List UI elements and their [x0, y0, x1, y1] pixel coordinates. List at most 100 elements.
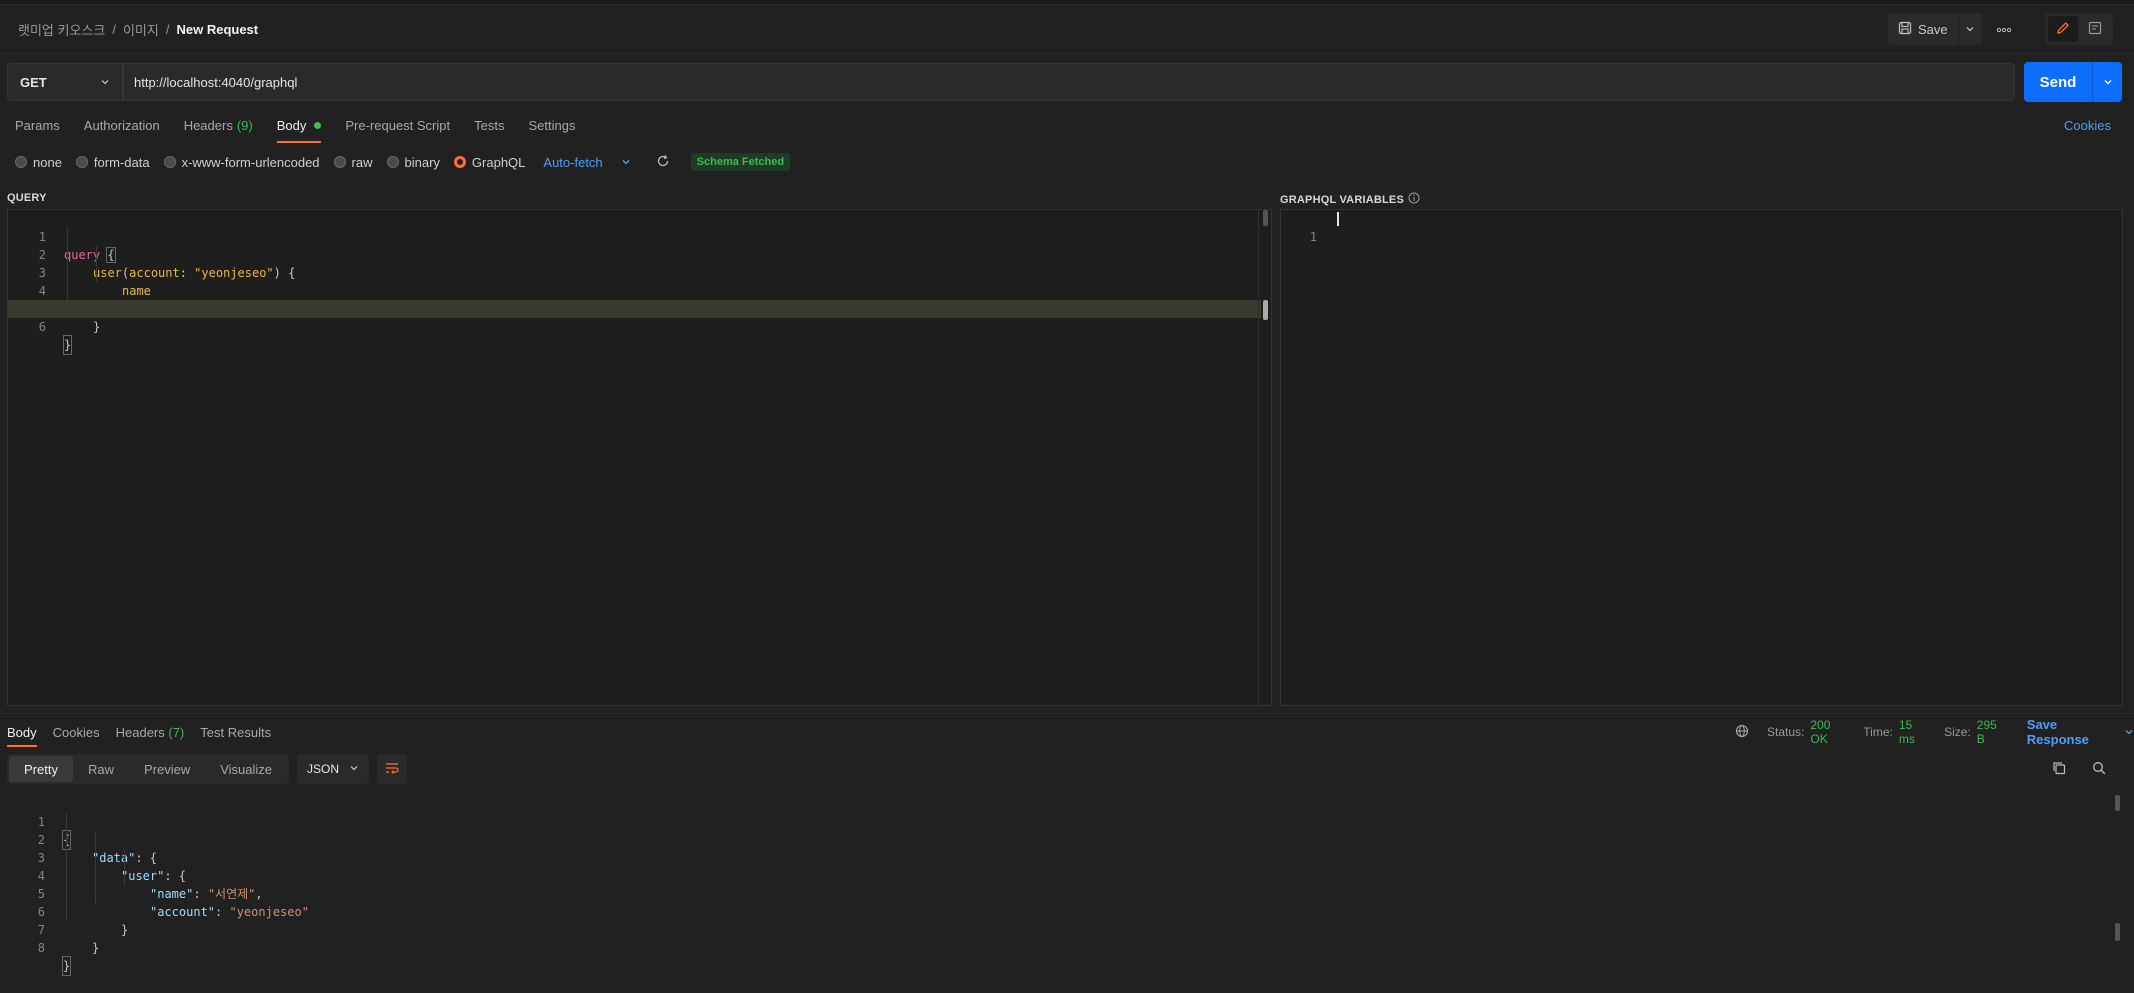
chevron-down-icon [2103, 74, 2113, 91]
chevron-down-icon [2124, 725, 2134, 740]
cookies-link[interactable]: Cookies [2064, 118, 2111, 133]
format-raw-button[interactable]: Raw [73, 756, 129, 782]
format-visualize-button[interactable]: Visualize [205, 756, 287, 782]
body-type-options: none form-data x-www-form-urlencoded raw… [15, 152, 791, 172]
code-line: 6 } [7, 885, 2125, 937]
comments-button[interactable] [2080, 16, 2110, 42]
radio-binary[interactable]: binary [386, 155, 440, 170]
save-options-button[interactable] [1957, 13, 1982, 45]
chevron-down-icon [100, 75, 110, 90]
headers-count: (9) [236, 117, 253, 133]
variables-panel-title: GRAPHQL VARIABLES [1280, 192, 1420, 207]
tab-label: Headers [115, 724, 165, 740]
headers-count: (7) [168, 724, 185, 740]
autofetch-label: Auto-fetch [543, 154, 603, 170]
tab-label: Authorization [83, 117, 160, 133]
response-tab-body[interactable]: Body [7, 725, 37, 747]
copy-response-button[interactable] [2049, 759, 2069, 779]
breadcrumb-item-collection[interactable]: 랫미업 키오스크 [18, 20, 105, 39]
code-line: 1 [1281, 210, 2122, 244]
save-response-button[interactable]: Save Response [2027, 717, 2134, 747]
radio-graphql[interactable]: GraphQL [453, 155, 525, 170]
request-tabs: Params Authorization Headers (9) Body Pre… [15, 114, 575, 143]
response-body[interactable]: 1 { 2 "data": { 3 "user": { 4 "name": "서… [7, 795, 2125, 976]
size-label: Size: [1944, 725, 1971, 739]
time-value[interactable]: 15 ms [1899, 718, 1930, 746]
breadcrumb: 랫미업 키오스크 / 이미지 / New Request [18, 19, 258, 39]
save-button[interactable]: Save [1888, 13, 1958, 45]
autofetch-dropdown[interactable]: Auto-fetch [543, 155, 630, 170]
radio-form-data[interactable]: form-data [75, 155, 150, 170]
response-tabs: Body Cookies Headers (7) Test Results [7, 721, 271, 747]
variables-editor[interactable]: 1 [1280, 209, 2123, 706]
tab-tests[interactable]: Tests [474, 114, 504, 136]
tab-label: Headers [183, 117, 233, 133]
radio-indicator [386, 156, 399, 168]
save-label: Save [1918, 21, 1948, 37]
chevron-down-icon [349, 762, 359, 776]
info-icon[interactable] [1408, 192, 1420, 207]
tab-label: Settings [528, 117, 576, 133]
text-cursor [1337, 212, 1339, 226]
tab-pre-request-script[interactable]: Pre-request Script [345, 114, 450, 136]
search-response-button[interactable] [2089, 759, 2109, 779]
code-line: 8 } [7, 921, 2125, 976]
language-select[interactable]: JSON [297, 754, 370, 784]
breadcrumb-separator: / [165, 21, 170, 37]
code-brace: } [92, 941, 100, 955]
code-line: 5 "account": "yeonjeseo" [7, 867, 2125, 919]
line-number: 8 [37, 941, 45, 955]
radio-none[interactable]: none [15, 155, 62, 170]
view-mode-toggle [2045, 13, 2113, 45]
tab-authorization[interactable]: Authorization [84, 114, 160, 136]
save-group: Save [1888, 13, 1982, 45]
response-divider [0, 713, 2134, 714]
save-icon [1898, 21, 1912, 38]
status-value[interactable]: 200 OK [1810, 718, 1849, 746]
wrap-lines-button[interactable] [377, 754, 408, 784]
scrollbar[interactable] [1263, 210, 1268, 226]
url-input[interactable]: http://localhost:4040/graphql [123, 63, 2015, 101]
send-options-button[interactable] [2092, 62, 2122, 102]
tab-label: Params [15, 117, 60, 133]
comment-icon [2088, 21, 2102, 38]
code-line: 3 name [8, 246, 1271, 298]
query-editor[interactable]: 1 query { 2 user(account: "yeonjeseo") {… [7, 209, 1272, 707]
globe-icon[interactable] [1735, 724, 1749, 741]
header-divider [0, 53, 2134, 54]
query-panel-title: QUERY [7, 192, 47, 204]
method-select[interactable]: GET [7, 63, 123, 101]
radio-indicator [163, 156, 176, 168]
refresh-icon [656, 154, 670, 171]
response-meta: Status: 200 OK Time: 15 ms Size: 295 B S… [1735, 717, 2134, 747]
radio-indicator-checked [453, 156, 466, 168]
response-tab-headers[interactable]: Headers (7) [116, 725, 185, 740]
code-brace: } [93, 320, 101, 334]
refresh-schema-button[interactable] [655, 154, 671, 170]
tab-headers[interactable]: Headers (9) [184, 114, 253, 136]
more-actions-button[interactable] [1990, 15, 2018, 43]
breadcrumb-item-folder[interactable]: 이미지 [123, 20, 159, 39]
tab-label: Pre-request Script [345, 117, 451, 133]
line-number: 1 [1309, 230, 1317, 244]
edit-mode-button[interactable] [2048, 16, 2078, 42]
scrollbar-marker [1263, 300, 1268, 320]
tab-params[interactable]: Params [15, 114, 60, 136]
radio-x-www-form-urlencoded[interactable]: x-www-form-urlencoded [163, 155, 320, 170]
code-line-active: 6 } [8, 300, 1261, 355]
scrollbar[interactable] [2115, 795, 2120, 811]
size-value[interactable]: 295 B [1977, 718, 2007, 746]
radio-raw[interactable]: raw [333, 155, 373, 170]
chevron-down-icon [609, 155, 631, 170]
format-preview-button[interactable]: Preview [129, 756, 205, 782]
request-title[interactable]: New Request [176, 22, 258, 37]
response-tab-cookies[interactable]: Cookies [53, 725, 100, 740]
tab-body[interactable]: Body [276, 114, 322, 143]
tab-settings[interactable]: Settings [528, 114, 575, 136]
edit-icon [2056, 21, 2070, 38]
language-value: JSON [307, 762, 340, 776]
response-tab-test-results[interactable]: Test Results [200, 725, 271, 740]
format-pretty-button[interactable]: Pretty [9, 756, 73, 782]
indent-guide [67, 228, 68, 300]
send-button[interactable]: Send [2024, 74, 2092, 91]
